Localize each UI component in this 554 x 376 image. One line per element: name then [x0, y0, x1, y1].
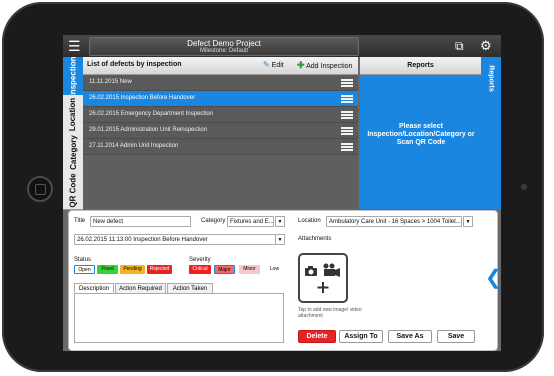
ipad-frame: ☰ Defect Demo Project Milestone: Default… — [2, 2, 544, 372]
video-camera-icon — [323, 263, 340, 277]
severity-minor[interactable]: Minor — [239, 265, 260, 274]
title-input[interactable]: New defect — [90, 216, 191, 227]
hamburger-icon[interactable] — [341, 143, 353, 151]
list-item[interactable]: 11.11.2015 New — [83, 75, 358, 91]
tab-action-taken[interactable]: Action Taken — [167, 283, 213, 293]
tab-location[interactable]: Location — [63, 95, 83, 134]
category-label: Category — [201, 218, 226, 224]
side-tabs: Inspection Location Category QR Code — [63, 56, 83, 210]
chevron-down-icon[interactable]: ▼ — [463, 216, 473, 227]
category-select[interactable]: Fixtures and E... — [227, 216, 274, 227]
project-title: Defect Demo Project — [187, 39, 261, 48]
attachment-icons — [305, 263, 340, 293]
qr-scan-icon[interactable]: ⧉ — [455, 39, 464, 54]
edit-button[interactable]: ✎ Edit — [263, 60, 284, 69]
front-camera — [521, 184, 527, 190]
milestone-label: Milestone: Default — [199, 48, 249, 54]
plus-icon — [317, 282, 329, 293]
assign-to-button[interactable]: Assign To — [339, 330, 383, 343]
top-bar: ☰ Defect Demo Project Milestone: Default… — [63, 35, 501, 57]
save-button[interactable]: Save — [437, 330, 475, 343]
reports-header: Reports — [360, 57, 481, 75]
status-open[interactable]: Open — [74, 265, 95, 274]
chevron-down-icon[interactable]: ▼ — [275, 216, 285, 227]
severity-label: Severity — [189, 257, 211, 263]
project-title-box[interactable]: Defect Demo Project Milestone: Default — [89, 37, 359, 56]
app-screen: ☰ Defect Demo Project Milestone: Default… — [63, 35, 501, 351]
attachments-label: Attachments — [298, 236, 332, 242]
description-textarea[interactable] — [74, 293, 284, 343]
hamburger-icon[interactable] — [341, 111, 353, 119]
save-as-button[interactable]: Save As — [388, 330, 432, 343]
list-header: List of defects by inspection ✎ Edit ✚ A… — [83, 57, 358, 75]
chevron-down-icon[interactable]: ▼ — [275, 234, 285, 245]
defect-detail-form: Title New defect Category Fixtures and E… — [68, 210, 501, 351]
severity-low[interactable]: Low — [264, 265, 285, 274]
tab-description[interactable]: Description — [74, 283, 114, 293]
plus-icon: ✚ — [297, 60, 305, 70]
home-button[interactable] — [27, 176, 53, 202]
list-item[interactable]: 27.11.2014 Admin Unit Inspection — [83, 139, 358, 155]
hamburger-icon[interactable] — [341, 79, 353, 87]
delete-button[interactable]: Delete — [298, 330, 336, 343]
tab-inspection[interactable]: Inspection — [63, 56, 83, 96]
add-inspection-button[interactable]: ✚ Add Inspection — [297, 60, 352, 71]
tab-qr-code[interactable]: QR Code — [63, 171, 83, 210]
tab-category[interactable]: Category — [63, 133, 83, 172]
list-title: List of defects by inspection — [87, 61, 182, 68]
gear-icon[interactable]: ⚙ — [480, 38, 492, 54]
list-item-selected[interactable]: 26.02.2015 Inspection Before Handover — [83, 91, 358, 107]
add-attachment-button[interactable] — [298, 253, 348, 303]
attachment-hint: Tap to add new image/ video attachment — [298, 307, 362, 319]
location-label: Location — [298, 218, 321, 224]
status-label: Status — [74, 257, 92, 263]
tab-action-required[interactable]: Action Required — [115, 283, 166, 293]
hamburger-icon[interactable] — [341, 127, 353, 135]
pencil-icon: ✎ — [263, 60, 270, 69]
status-fixed[interactable]: Fixed — [97, 265, 118, 274]
list-item[interactable]: 29.01.2015 Administration Unit Reinspect… — [83, 123, 358, 139]
severity-major[interactable]: Major — [214, 265, 235, 274]
inspection-select[interactable]: 26.02.2015 11:13:00 Inspection Before Ha… — [74, 234, 277, 245]
status-rejected[interactable]: Rejected — [147, 265, 172, 274]
location-select[interactable]: Ambulatory Care Unit - 16 Spaces > 1004 … — [326, 216, 462, 227]
title-label: Title — [74, 218, 86, 224]
status-pending[interactable]: Pending — [120, 265, 145, 274]
reports-message: Please select Inspection/Location/Catego… — [367, 123, 475, 146]
reports-panel: Reports Please select Inspection/Locatio… — [360, 57, 501, 209]
hamburger-icon[interactable] — [341, 95, 353, 103]
severity-critical[interactable]: Critical — [189, 265, 211, 274]
chevron-left-icon[interactable]: ❮ — [485, 265, 501, 290]
inspection-list-panel: List of defects by inspection ✎ Edit ✚ A… — [83, 57, 358, 209]
menu-icon[interactable]: ☰ — [68, 39, 81, 53]
list-item[interactable]: 26.02.2015 Emergency Department Inspecti… — [83, 107, 358, 123]
tab-reports[interactable]: Reports — [481, 57, 501, 99]
camera-icon — [305, 266, 317, 276]
